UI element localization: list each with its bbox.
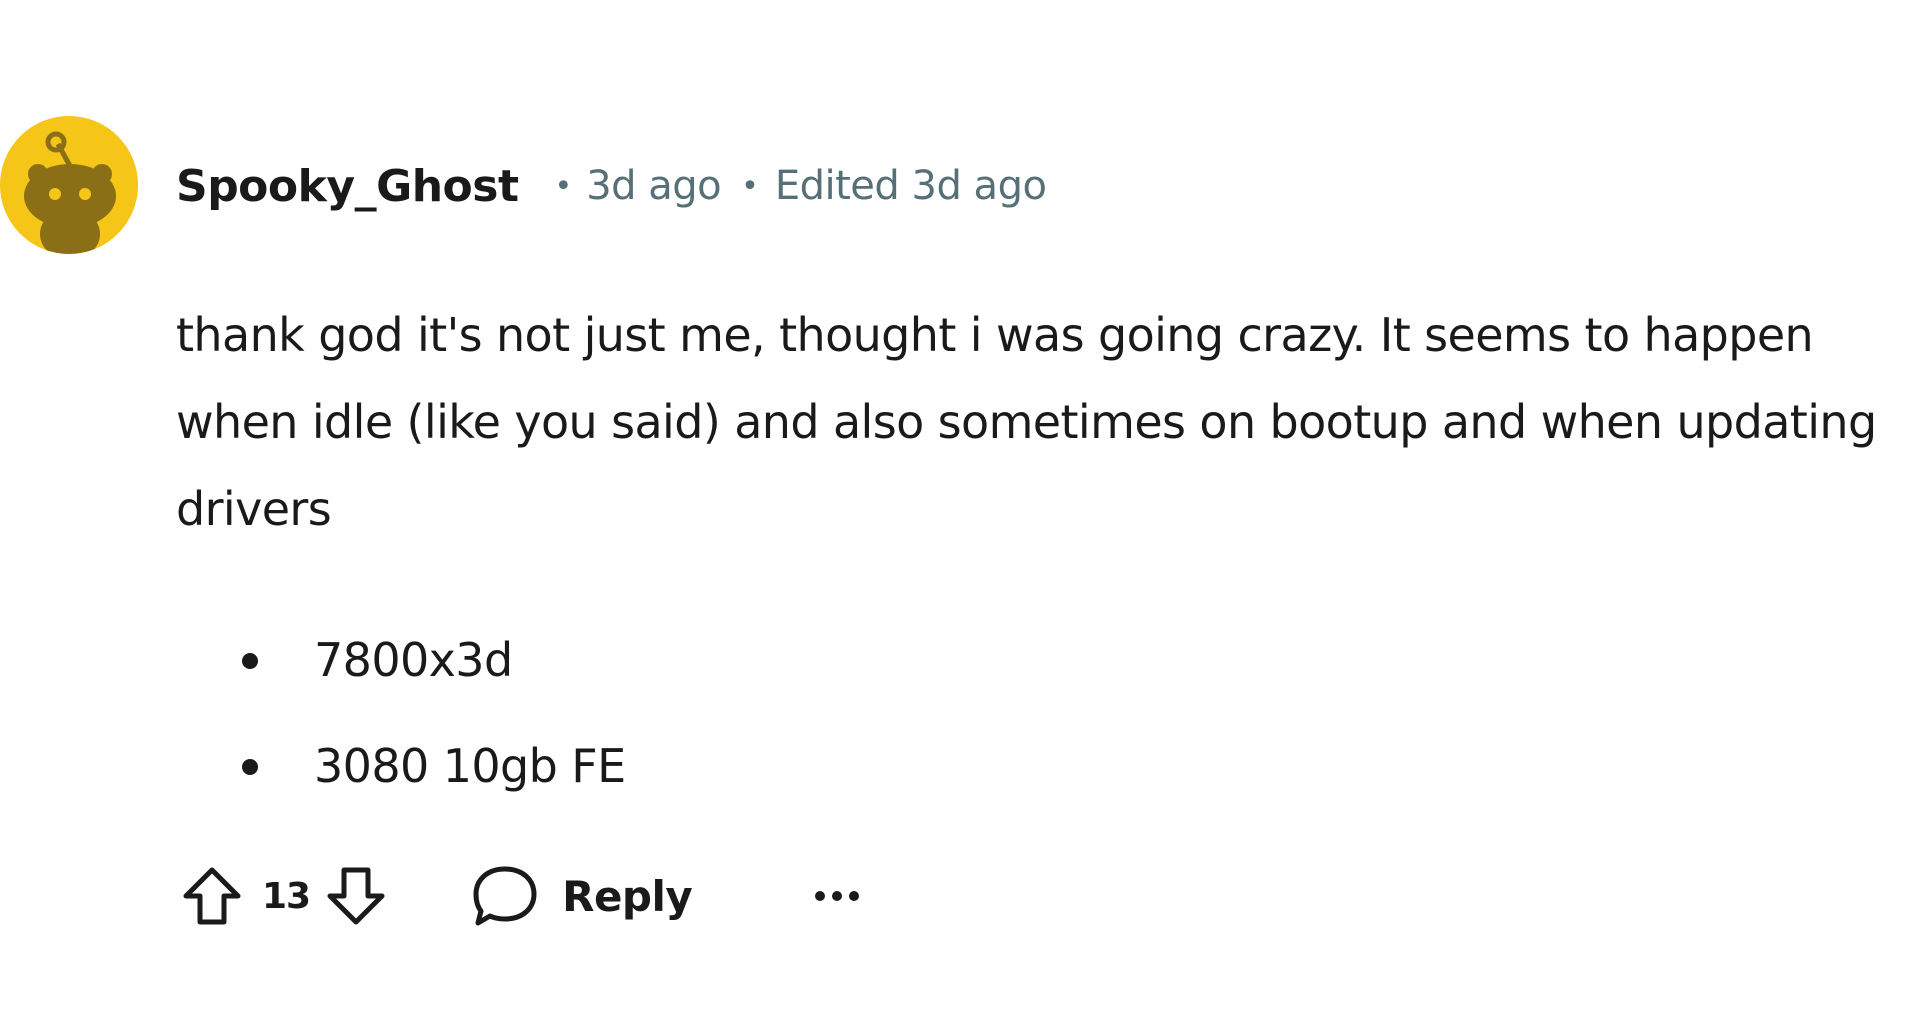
vote-score: 13 <box>262 875 311 917</box>
avatar[interactable] <box>0 116 138 254</box>
list-item: 7800x3d <box>176 620 626 726</box>
reply-button[interactable]: Reply <box>470 861 693 931</box>
separator-dot: • <box>554 168 573 204</box>
edited-time: Edited 3d ago <box>774 163 1047 209</box>
comment: Spooky_Ghost • 3d ago • Edited 3d ago th… <box>0 0 1920 1029</box>
downvote-arrow-icon <box>327 867 385 925</box>
bullet-icon <box>242 653 258 669</box>
reply-label: Reply <box>562 871 693 921</box>
list-item-text: 3080 10gb FE <box>314 739 626 793</box>
upvote-arrow-icon <box>183 867 241 925</box>
post-time[interactable]: 3d ago <box>586 163 721 209</box>
bullet-icon <box>242 759 258 775</box>
list-item: 3080 10gb FE <box>176 726 626 832</box>
speech-bubble-icon <box>473 866 537 926</box>
upvote-button[interactable] <box>176 858 248 934</box>
username-link[interactable]: Spooky_Ghost <box>176 161 519 212</box>
ellipsis-icon <box>815 891 860 901</box>
separator-dot: • <box>741 168 759 204</box>
comment-body: thank god it's not just me, thought i wa… <box>176 308 1877 536</box>
comment-actions: 13 Reply <box>176 858 872 934</box>
comment-meta: Spooky_Ghost • 3d ago • Edited 3d ago <box>176 160 1047 212</box>
downvote-button[interactable] <box>320 858 392 934</box>
more-options-button[interactable] <box>802 858 872 934</box>
list-item-text: 7800x3d <box>314 633 513 687</box>
spec-list: 7800x3d 3080 10gb FE <box>176 620 626 832</box>
snoo-avatar-icon <box>0 116 138 254</box>
